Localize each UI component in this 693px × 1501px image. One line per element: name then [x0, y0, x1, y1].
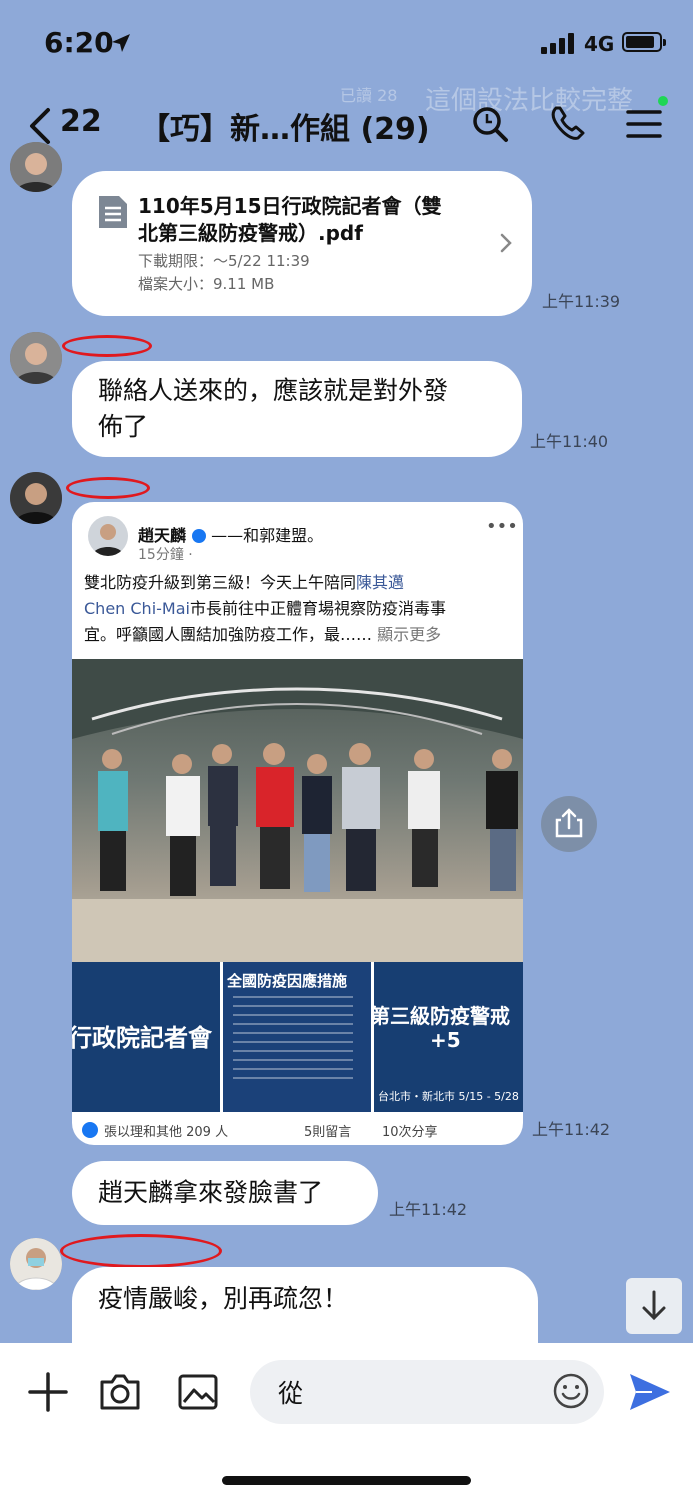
camera-icon[interactable] — [98, 1370, 142, 1414]
message-time: 上午11:39 — [542, 292, 621, 311]
image-icon[interactable] — [176, 1370, 220, 1414]
network-type: 4G — [584, 32, 615, 56]
fb-posted-time: 15分鐘 · — [138, 547, 193, 563]
fb-author: 趙天麟 ——和郭建盟。 — [138, 526, 324, 545]
fb-photo-panel: 全國防疫因應措施 — [223, 962, 371, 1112]
file-name: 110年5月15日行政院記者會（雙 北第三級防疫警戒）.pdf — [138, 194, 442, 245]
message-text: 疫情嚴峻，別再疏忽！ — [98, 1284, 349, 1313]
file-size: 檔案大小：9.11 MB — [138, 275, 275, 293]
fb-photo-panel: 行政院記者會 — [72, 962, 220, 1112]
menu-icon[interactable] — [624, 104, 664, 144]
avatar[interactable] — [10, 332, 62, 384]
redaction-circle — [62, 335, 152, 357]
fb-avatar — [88, 516, 128, 556]
location-arrow-icon — [112, 34, 130, 52]
arrow-down-icon — [642, 1290, 666, 1321]
home-indicator — [222, 1476, 471, 1485]
status-time: 6:20 — [44, 26, 114, 59]
file-message[interactable]: 110年5月15日行政院記者會（雙 北第三級防疫警戒）.pdf 下載期限：～5/… — [72, 171, 532, 316]
unread-count[interactable]: 22 — [60, 104, 102, 139]
image-message[interactable]: 趙天麟 ——和郭建盟。 15分鐘 · ••• 雙北防疫升級到第三級！今天上午陪同… — [72, 502, 523, 1145]
chat-title[interactable]: 【巧】新…作組 (29) — [140, 104, 430, 148]
plus-icon[interactable] — [26, 1370, 70, 1414]
message-time: 上午11:42 — [532, 1120, 611, 1139]
redaction-circle — [60, 1234, 222, 1268]
chevron-right-icon[interactable] — [498, 231, 514, 255]
avatar[interactable] — [10, 142, 62, 192]
redaction-circle — [66, 477, 150, 499]
back-chevron-icon[interactable] — [22, 106, 62, 146]
share-button[interactable] — [541, 796, 597, 852]
message-text: 趙天麟拿來發臉書了 — [98, 1178, 324, 1207]
fb-photo — [72, 659, 523, 962]
message-time: 上午11:40 — [530, 432, 609, 451]
share-icon — [555, 808, 583, 838]
battery-icon — [622, 32, 666, 52]
document-icon — [99, 196, 127, 228]
fb-photo-panel: 第三級防疫警戒 +5 台北市・新北市 5/15 - 5/28 — [374, 962, 523, 1112]
scroll-to-bottom-button[interactable] — [626, 1278, 682, 1334]
fb-post-text: 雙北防疫升級到第三級！今天上午陪同陳其邁 Chen Chi-Mai市長前往中正體… — [84, 573, 446, 644]
ghost-read-count: 已讀 28 — [340, 86, 398, 105]
message-text: 聯絡人送來的，應該就是對外發 佈了 — [98, 376, 449, 441]
ghost-text: 這個設法比較完整 — [425, 86, 634, 116]
fb-post-footer: 張以理和其他 209 人 5則留言 10次分享 — [72, 1114, 523, 1145]
like-icon — [82, 1122, 98, 1138]
search-icon[interactable] — [470, 104, 510, 144]
avatar[interactable] — [10, 1238, 62, 1290]
send-icon[interactable] — [626, 1370, 672, 1414]
message-time: 上午11:42 — [389, 1200, 468, 1219]
message-input-text: 從 — [278, 1379, 304, 1408]
phone-icon[interactable] — [548, 104, 588, 144]
signal-icon — [541, 32, 577, 54]
avatar[interactable] — [10, 472, 62, 524]
text-message[interactable]: 趙天麟拿來發臉書了 — [72, 1161, 378, 1225]
message-input[interactable] — [250, 1360, 604, 1424]
verified-icon — [191, 529, 206, 543]
more-options-icon: ••• — [486, 516, 518, 537]
file-expiry: 下載期限：～5/22 11:39 — [138, 252, 310, 270]
text-message[interactable]: 聯絡人送來的，應該就是對外發 佈了 — [72, 361, 522, 457]
emoji-icon[interactable] — [552, 1372, 590, 1410]
